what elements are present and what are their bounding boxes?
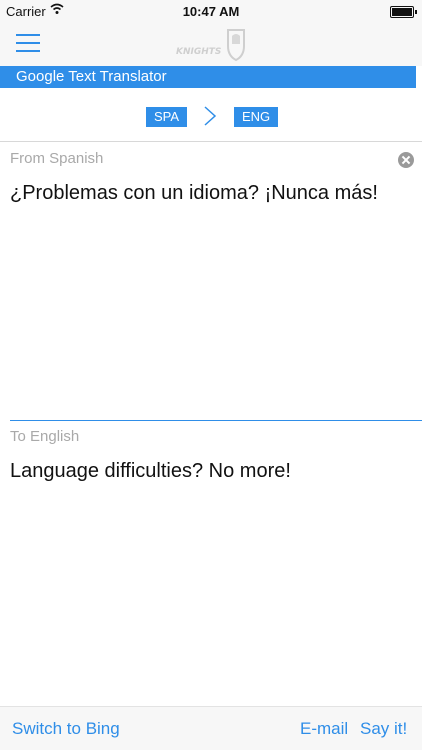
clock: 10:47 AM <box>182 4 240 19</box>
page-title: Google Text Translator <box>0 66 416 88</box>
status-bar: Carrier 10:47 AM <box>0 0 422 22</box>
source-text-input[interactable]: ¿Problemas con un idioma? ¡Nunca más! <box>10 182 410 412</box>
target-language-button[interactable]: ENG <box>234 107 279 127</box>
say-it-button[interactable]: Say it! <box>360 719 407 739</box>
svg-text:KNIGHTS: KNIGHTS <box>176 47 221 57</box>
divider <box>0 141 422 142</box>
knights-shield-logo: KNIGHTS <box>176 29 245 62</box>
language-selector: SPA ENG <box>0 88 422 136</box>
source-language-button[interactable]: SPA <box>146 107 188 127</box>
hamburger-menu-icon[interactable] <box>16 32 40 52</box>
battery-icon <box>390 6 417 18</box>
bottom-toolbar: Switch to Bing E-mail Say it! <box>0 706 422 750</box>
switch-to-bing-button[interactable]: Switch to Bing <box>12 719 120 739</box>
chevron-right-icon[interactable] <box>202 104 218 128</box>
clear-icon[interactable] <box>398 152 414 168</box>
translated-text: Language difficulties? No more! <box>10 460 291 482</box>
divider <box>10 420 422 421</box>
source-label: From Spanish <box>10 150 104 167</box>
nav-bar: KNIGHTS <box>0 22 422 66</box>
email-button[interactable]: E-mail <box>300 719 348 739</box>
target-label: To English <box>10 428 80 445</box>
